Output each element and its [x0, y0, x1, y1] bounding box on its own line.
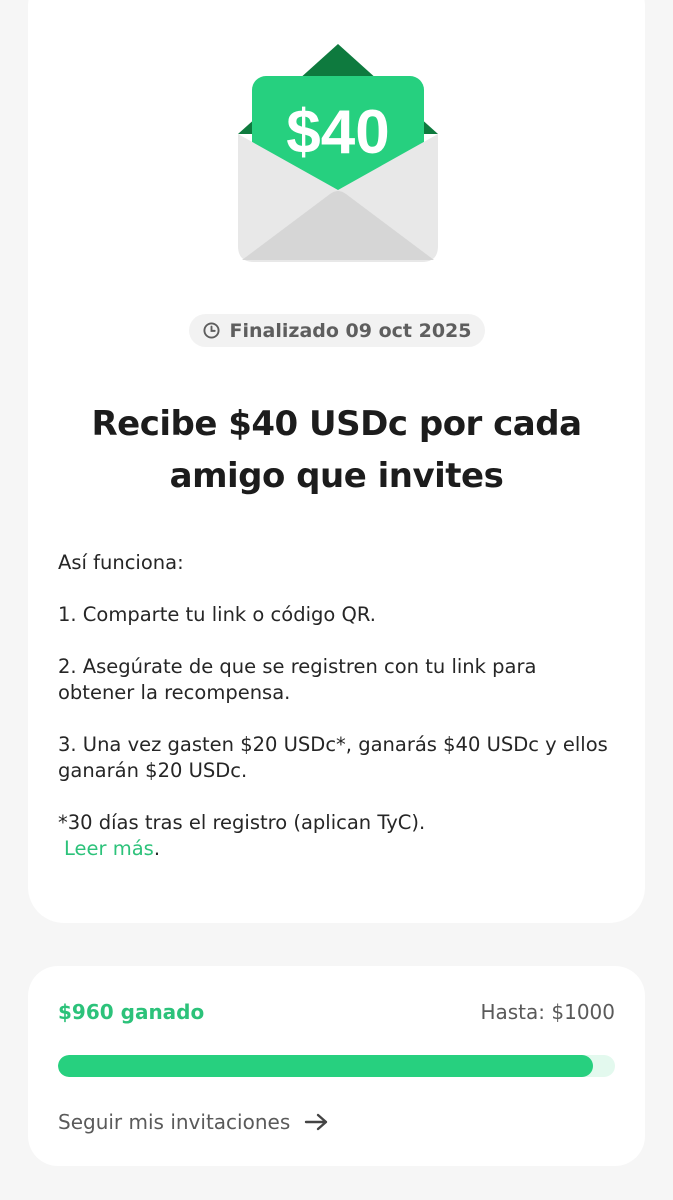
hero-amount: $40 — [286, 98, 389, 167]
page-title: Recibe $40 USDc por cada amigo que invit… — [91, 404, 582, 496]
how-it-works: Así funciona: 1. Comparte tu link o códi… — [58, 550, 618, 862]
step-1: 1. Comparte tu link o código QR. — [58, 603, 376, 626]
how-it-works-heading: Así funciona: — [58, 551, 184, 574]
step-3: 3. Una vez gasten $20 USDc*, ganarás $40… — [58, 733, 608, 782]
status-text: Finalizado 09 oct 2025 — [229, 319, 472, 342]
page: $40 Finalizado 09 oct 2025 Recibe $40 US… — [0, 0, 673, 1200]
money-envelope-illustration: $40 — [238, 44, 438, 262]
follow-invitations-link[interactable]: Seguir mis invitaciones — [58, 1110, 330, 1134]
earnings-limit: Hasta: $1000 — [480, 1000, 615, 1024]
clock-icon — [202, 322, 220, 339]
read-more-link[interactable]: Leer más — [58, 837, 154, 860]
referral-card: $40 Finalizado 09 oct 2025 Recibe $40 US… — [28, 0, 645, 923]
read-more-suffix: . — [153, 837, 161, 860]
earnings-card: $960 ganado Hasta: $1000 Seguir mis invi… — [28, 966, 645, 1166]
earned-amount: $960 ganado — [58, 1000, 205, 1024]
status-badge: Finalizado 09 oct 2025 — [189, 314, 485, 347]
terms-footnote: *30 días tras el registro (aplican TyC). — [58, 811, 426, 834]
arrow-right-icon — [305, 1113, 328, 1131]
earnings-progress-fill — [58, 1055, 593, 1077]
follow-invitations-label: Seguir mis invitaciones — [58, 1110, 291, 1134]
earnings-progress-bar — [58, 1055, 615, 1077]
step-2: 2. Asegúrate de que se registren con tu … — [58, 655, 537, 704]
read-more-line: Leer más. — [58, 836, 618, 862]
